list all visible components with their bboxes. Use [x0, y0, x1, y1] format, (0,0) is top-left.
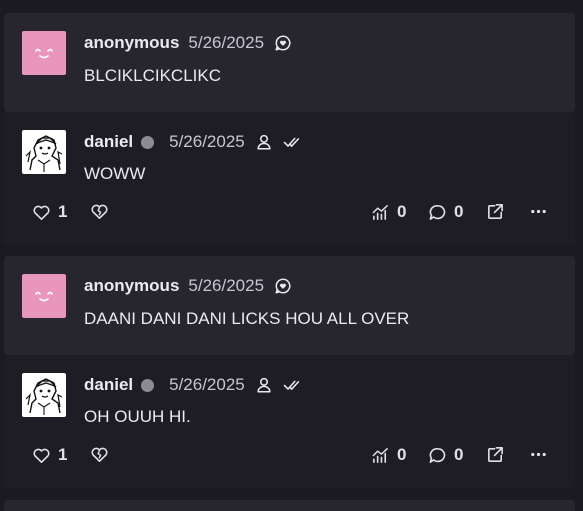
question-meta: anonymous 5/26/2025 [84, 33, 292, 53]
daniel-avatar[interactable] [22, 130, 66, 174]
question-date[interactable]: 5/26/2025 [188, 276, 264, 296]
comment-count: 0 [454, 202, 464, 221]
question-text: DAANI DANI DANI LICKS HOU ALL OVER [84, 309, 410, 328]
views-count: 0 [397, 445, 407, 464]
double-check-icon [283, 133, 303, 151]
answer-text: WOWW [84, 164, 146, 183]
user-icon [255, 133, 273, 151]
answer-meta: daniel 5/26/2025 [84, 132, 303, 152]
more-icon [529, 202, 548, 221]
views-button[interactable]: 0 [371, 445, 406, 465]
share-button[interactable] [486, 202, 505, 221]
anonymous-avatar[interactable] [22, 274, 66, 318]
user-icon [255, 376, 273, 394]
anonymous-question-icon [274, 34, 292, 52]
share-icon [486, 445, 505, 464]
broken-heart-icon [90, 445, 109, 464]
question-card: anonymous 5/26/2025 DAANI DANI DANI LICK… [4, 256, 575, 355]
question-author[interactable]: anonymous [84, 33, 179, 53]
answer-meta: daniel 5/26/2025 [84, 375, 303, 395]
answer-text: OH OUUH HI. [84, 407, 191, 426]
anonymous-question-icon [274, 277, 292, 295]
status-dot [141, 135, 155, 149]
dislike-button[interactable] [90, 202, 109, 221]
comment-icon [428, 203, 447, 222]
action-bar: 1 0 0 [4, 202, 575, 226]
question-text: BLCIKLCIKCLIKC [84, 66, 221, 85]
double-check-icon [283, 376, 303, 394]
question-author[interactable]: anonymous [84, 276, 179, 296]
action-bar: 1 0 0 [4, 445, 575, 469]
answer-card: daniel 5/26/2025 OH OUUH HI. 1 0 0 [4, 355, 575, 488]
like-count: 1 [58, 445, 68, 464]
share-button[interactable] [486, 445, 505, 464]
dislike-button[interactable] [90, 445, 109, 464]
status-dot [141, 378, 155, 392]
share-icon [486, 202, 505, 221]
daniel-avatar[interactable] [22, 373, 66, 417]
question-meta: anonymous 5/26/2025 [84, 276, 292, 296]
like-button[interactable]: 1 [32, 445, 67, 465]
comment-button[interactable]: 0 [428, 202, 463, 222]
more-button[interactable] [529, 445, 548, 464]
like-count: 1 [58, 202, 68, 221]
chart-icon [371, 446, 390, 465]
broken-heart-icon [90, 202, 109, 221]
comment-count: 0 [454, 445, 464, 464]
answer-author[interactable]: daniel [84, 375, 133, 395]
answer-author[interactable]: daniel [84, 132, 133, 152]
anonymous-avatar[interactable] [22, 31, 66, 75]
comment-icon [428, 446, 447, 465]
views-button[interactable]: 0 [371, 202, 406, 222]
next-question-card-edge [4, 500, 575, 511]
like-button[interactable]: 1 [32, 202, 67, 222]
question-card: anonymous 5/26/2025 BLCIKLCIKCLIKC [4, 13, 575, 112]
more-icon [529, 445, 548, 464]
answer-date[interactable]: 5/26/2025 [169, 375, 245, 395]
chart-icon [371, 203, 390, 222]
answer-date[interactable]: 5/26/2025 [169, 132, 245, 152]
answer-card: daniel 5/26/2025 WOWW 1 0 0 [4, 112, 575, 245]
more-button[interactable] [529, 202, 548, 221]
heart-icon [32, 446, 51, 465]
comment-button[interactable]: 0 [428, 445, 463, 465]
question-date[interactable]: 5/26/2025 [188, 33, 264, 53]
answer-feed: anonymous 5/26/2025 BLCIKLCIKCLIKC danie… [0, 0, 583, 511]
views-count: 0 [397, 202, 407, 221]
heart-icon [32, 203, 51, 222]
